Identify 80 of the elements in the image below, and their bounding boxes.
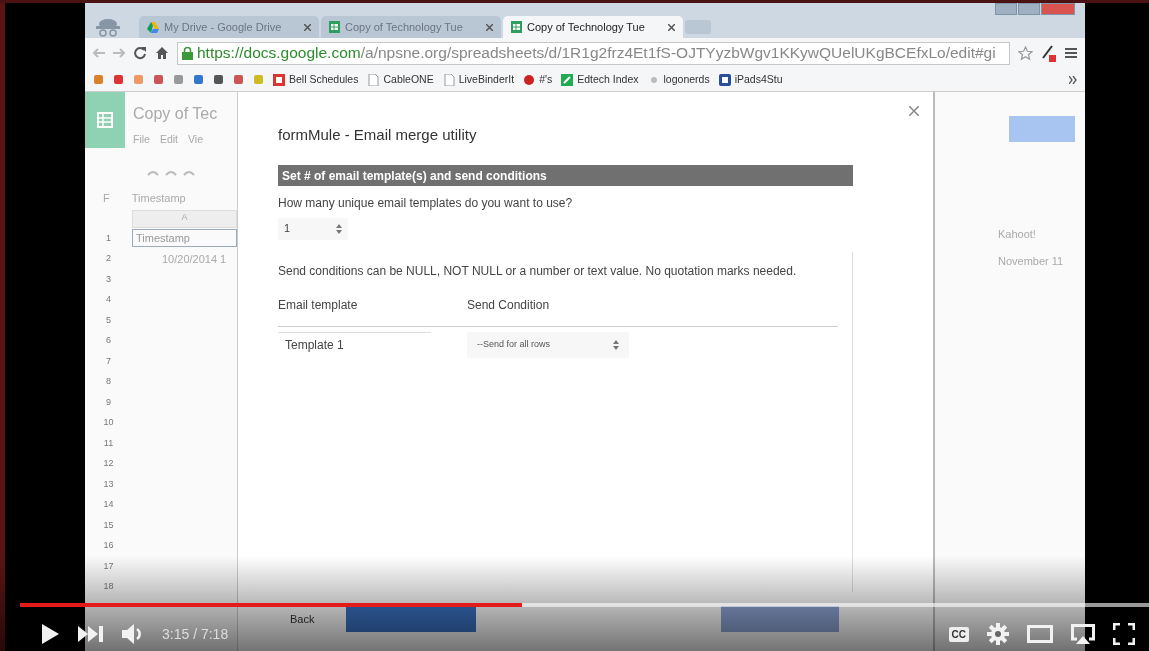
- menu-icon[interactable]: [1065, 47, 1077, 59]
- table-cell-text: Kahoot!: [998, 227, 1037, 242]
- theater-mode-icon[interactable]: [1027, 625, 1053, 643]
- skip-next-icon[interactable]: [78, 626, 104, 642]
- bookmark-link[interactable]: iPads4Stu: [718, 71, 783, 88]
- drive-icon: [147, 21, 159, 33]
- row-number: 14: [102, 498, 115, 511]
- incognito-icon: [93, 16, 123, 38]
- bookmark-icon: [273, 73, 285, 86]
- number-spinner[interactable]: 1: [278, 217, 348, 240]
- browser-tab[interactable]: Copy of Technology Tue: [503, 16, 683, 38]
- row-number: 16: [102, 539, 115, 552]
- bookmark-icon: [561, 73, 574, 86]
- star-icon[interactable]: [1018, 45, 1033, 61]
- table-cell-text: 10/20/2014 1: [161, 251, 228, 267]
- row-number: 5: [105, 313, 112, 327]
- airplay-icon[interactable]: [1071, 624, 1095, 644]
- row-number: 8: [105, 375, 112, 388]
- bookmark-icon: [367, 73, 380, 86]
- row-number: 6: [105, 334, 112, 347]
- note-text: Send conditions can be NULL, NOT NULL or a number or text value. No quotation marks needed.: [278, 262, 798, 280]
- row-number: 3: [105, 272, 112, 286]
- bookmark-icon[interactable]: [213, 74, 224, 85]
- bookmark-link[interactable]: LiveBinderIt: [442, 71, 515, 88]
- bookmark-icon: [718, 73, 731, 86]
- row-number: 7: [105, 354, 112, 368]
- bookmark-link[interactable]: CableONE: [367, 71, 434, 88]
- dialog-title: formMule - Email merge utility: [278, 125, 478, 145]
- table-cell-text: November 11: [998, 253, 1065, 269]
- close-tab-icon[interactable]: [486, 23, 493, 31]
- document-title: Copy of Tec: [133, 104, 218, 124]
- column-header: Email template: [278, 296, 359, 314]
- table-cell: Timestamp: [132, 229, 237, 248]
- close-tab-icon[interactable]: [304, 23, 311, 31]
- formula-text: Timestamp: [131, 191, 186, 206]
- row-number: 9: [105, 395, 112, 409]
- bookmark-icon[interactable]: [233, 74, 244, 85]
- row-number: 4: [105, 293, 112, 306]
- row-number: 17: [102, 559, 115, 573]
- bookmark-link[interactable]: logonerds: [647, 71, 710, 88]
- section-header: Set # of email template(s) and send conditions: [278, 164, 853, 186]
- play-icon[interactable]: [40, 623, 60, 645]
- video-time: 3:15 / 7:18: [162, 624, 229, 644]
- bookmark-link[interactable]: Edtech Index: [561, 71, 639, 88]
- save-button[interactable]: [346, 605, 477, 632]
- name-label: F: [103, 191, 110, 206]
- row-number: 11: [102, 436, 115, 450]
- select-arrows-icon: [613, 339, 619, 350]
- spreadsheet-icon: [329, 21, 340, 33]
- address-bar[interactable]: https://docs.google.com/a/npsne.org/spreadsheets/d/1R1g2frz4Et1fS-OJTYyzbWgv1KKywQUelUKgBCEfxLo/edit#gi: [177, 41, 1010, 65]
- more-bookmarks-icon[interactable]: [1069, 75, 1077, 84]
- bookmark-icon: [523, 73, 536, 86]
- close-tab-icon[interactable]: [668, 23, 675, 31]
- settings-icon[interactable]: [987, 623, 1009, 645]
- row-number: 2: [105, 252, 112, 265]
- row-number: 1: [105, 231, 112, 245]
- row-number: 10: [102, 416, 115, 429]
- lock-icon: [182, 46, 193, 60]
- fullscreen-icon[interactable]: [1113, 623, 1135, 645]
- row-number: 18: [102, 580, 115, 593]
- spinner-arrows-icon: [336, 223, 342, 234]
- next-button[interactable]: [721, 605, 839, 632]
- bookmark-icon[interactable]: [113, 74, 124, 85]
- bookmark-icon[interactable]: [193, 74, 204, 85]
- bookmark-link[interactable]: #'s: [523, 71, 553, 88]
- condition-select[interactable]: --Send for all rows: [467, 331, 629, 358]
- bookmark-icon[interactable]: [153, 74, 164, 85]
- volume-icon[interactable]: [122, 624, 144, 644]
- progress-track[interactable]: [20, 603, 1149, 607]
- reload-icon[interactable]: [133, 46, 147, 60]
- row-number: 15: [102, 518, 115, 532]
- spreadsheet-icon: [511, 21, 522, 33]
- url-text: https://docs.google.com/a/npsne.org/spreadsheets/d/1R1g2frz4Et1fS-OJTYyzbWgv1KKywQUelUKgBCEfxLo/edit#gi: [197, 43, 996, 64]
- bookmark-icon: [442, 73, 455, 86]
- column-header: Send Condition: [467, 296, 550, 314]
- bookmark-link[interactable]: Bell Schedules: [273, 71, 359, 88]
- row-number: 12: [102, 457, 115, 470]
- row-number: 13: [102, 477, 115, 491]
- question-text: How many unique email templates do you want to use?: [278, 194, 574, 212]
- home-icon[interactable]: [155, 46, 169, 60]
